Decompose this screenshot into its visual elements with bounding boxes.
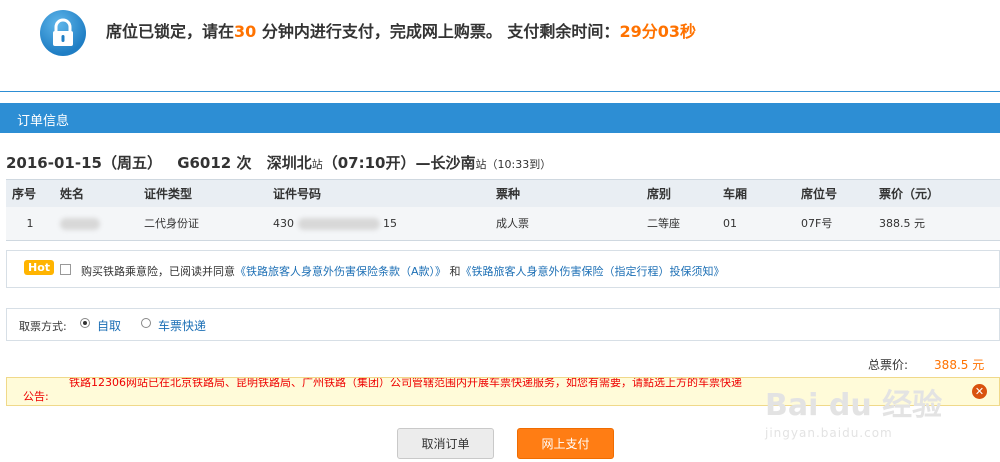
col-header-name: 姓名 [54, 179, 138, 207]
announcement-label: 公告: [23, 390, 49, 403]
express-delivery-label[interactable]: 车票快递 [158, 317, 206, 334]
trip-date: 2016-01-15（周五） [6, 154, 162, 172]
col-header-seat-class: 席别 [641, 179, 717, 207]
table-row: 1 二代身份证 430 15 成人票 二等座 01 07F号 388.5 元 [6, 206, 1000, 241]
redacted-id [297, 217, 380, 230]
trip-dash: — [415, 154, 431, 172]
total-price: 总票价: 388.5 元 [868, 356, 984, 373]
cell-id-number: 430 15 [267, 206, 490, 241]
insurance-and: 和 [446, 265, 461, 278]
to-station: 长沙南 [430, 154, 476, 172]
hot-badge: Hot [24, 260, 55, 275]
express-delivery-radio[interactable] [141, 318, 151, 328]
insurance-checkbox[interactable] [60, 264, 71, 275]
insurance-terms-link[interactable]: 《铁路旅客人身意外伤害保险条款（A款）》 [235, 265, 446, 278]
announcement-bar: 公告: 铁路12306网站已在北京铁路局、昆明铁路局、广州铁路（集团）公司管辖范… [6, 377, 1000, 406]
col-header-id-type: 证件类型 [138, 179, 267, 207]
id-prefix: 430 [273, 216, 294, 230]
ticket-pickup-box: 取票方式: 自取 车票快递 [6, 308, 1000, 341]
col-header-price: 票价（元） [873, 179, 1000, 207]
pickup-label: 取票方式: [19, 320, 67, 333]
lock-icon [40, 10, 86, 56]
self-pickup-label[interactable]: 自取 [97, 317, 121, 334]
lock-text-1: 席位已锁定，请在 [106, 22, 235, 41]
order-info-header: 订单信息 [0, 103, 1000, 133]
pay-minutes: 30 [234, 22, 257, 41]
cell-ticket-type: 成人票 [490, 206, 641, 241]
remaining-time: 29分03秒 [619, 22, 696, 41]
cell-seat: 07F号 [795, 206, 873, 241]
depart-time: （07:10开） [322, 154, 416, 172]
self-pickup-radio[interactable] [80, 318, 90, 328]
lock-message: 席位已锁定，请在30 分钟内进行支付，完成网上购票。 支付剩余时间：29分03秒 [106, 18, 696, 42]
cell-name [54, 206, 138, 241]
lock-text-2: 分钟内进行支付，完成网上购票。 支付剩余时间： [256, 22, 620, 41]
col-header-seat: 席位号 [795, 179, 873, 207]
total-amount: 388.5 元 [934, 358, 985, 372]
redacted-name [60, 217, 100, 230]
id-suffix: 15 [383, 216, 397, 230]
trip-summary: 2016-01-15（周五） G6012 次 深圳北站（07:10开）—长沙南站… [6, 152, 551, 173]
col-header-car: 车厢 [717, 179, 795, 207]
cell-price: 388.5 元 [873, 206, 1000, 241]
insurance-text: 购买铁路乘意险，已阅读并同意 [81, 265, 235, 278]
cancel-order-button[interactable]: 取消订单 [397, 428, 494, 459]
col-header-ticket-type: 票种 [490, 179, 641, 207]
from-station-suffix: 站 [311, 158, 323, 171]
insurance-box: Hot 购买铁路乘意险，已阅读并同意《铁路旅客人身意外伤害保险条款（A款）》 和… [6, 250, 1000, 288]
col-header-id-number: 证件号码 [267, 179, 490, 207]
divider [0, 91, 1000, 92]
table-header-row: 序号 姓名 证件类型 证件号码 票种 席别 车厢 席位号 票价（元） [6, 179, 1000, 207]
pay-online-button[interactable]: 网上支付 [517, 428, 614, 459]
cell-index: 1 [6, 206, 54, 241]
cell-seat-class: 二等座 [641, 206, 717, 241]
total-label: 总票价: [868, 358, 909, 372]
close-icon[interactable]: ✕ [972, 384, 987, 399]
arrive-time: （10:33到） [486, 158, 552, 171]
to-station-suffix: 站 [475, 158, 487, 171]
lock-banner: 席位已锁定，请在30 分钟内进行支付，完成网上购票。 支付剩余时间：29分03秒 [0, 0, 1000, 70]
train-number: G6012 次 [177, 154, 252, 172]
insurance-text-line: 购买铁路乘意险，已阅读并同意《铁路旅客人身意外伤害保险条款（A款）》 和《铁路旅… [81, 263, 725, 279]
col-header-index: 序号 [6, 179, 54, 207]
passenger-table: 序号 姓名 证件类型 证件号码 票种 席别 车厢 席位号 票价（元） 1 二代身… [6, 179, 1000, 241]
announcement-text: 铁路12306网站已在北京铁路局、昆明铁路局、广州铁路（集团）公司管辖范围内开展… [69, 377, 742, 389]
insurance-notice-link[interactable]: 《铁路旅客人身意外伤害保险（指定行程）投保须知》 [461, 265, 725, 278]
from-station: 深圳北 [266, 154, 312, 172]
order-info-title: 订单信息 [17, 114, 70, 129]
cell-car: 01 [717, 206, 795, 241]
cell-id-type: 二代身份证 [138, 206, 267, 241]
